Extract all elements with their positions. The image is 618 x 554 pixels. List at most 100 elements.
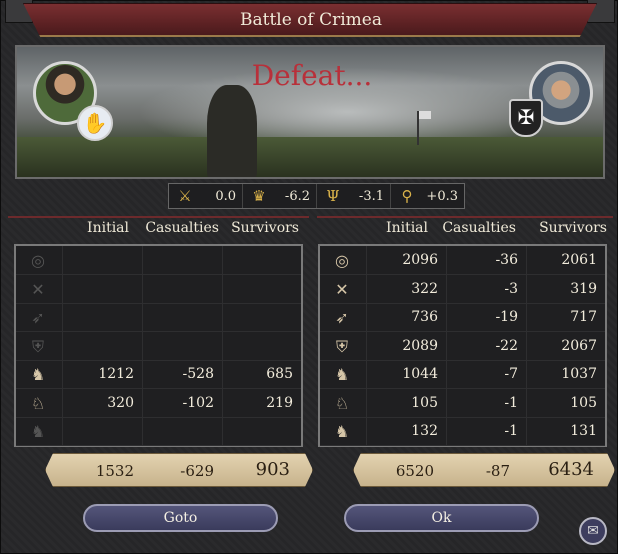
light-cavalry-icon[interactable]: ♞ — [26, 365, 50, 385]
battle-outcome-text: Defeat... — [251, 59, 373, 92]
casualties-cell: -102 — [143, 388, 223, 418]
commander-trait-icon[interactable]: ✋ — [77, 105, 113, 141]
unit-icon-cell: ◎ — [320, 246, 367, 275]
unit-row: ✕ — [16, 274, 301, 304]
survivors-cell: 685 — [223, 360, 301, 389]
light-infantry-icon[interactable]: ◎ — [330, 251, 354, 271]
survivors-cell: 105 — [527, 389, 605, 418]
casualties-cell: -7 — [447, 360, 527, 389]
unit-icon-cell: ♘ — [16, 388, 63, 418]
casualties-cell: -36 — [447, 246, 527, 275]
initial-value: 2096 — [402, 252, 438, 268]
battle-modifiers-bar: ⚔ 0.0 ♛ -6.2 Ψ -3.1 ⚲ +0.3 — [168, 183, 465, 209]
initial-value: 320 — [107, 394, 134, 411]
unit-icon-cell: ♞ — [16, 360, 63, 389]
title-banner: Battle of Crimea — [23, 3, 597, 37]
modifier-terrain[interactable]: ⚲ +0.3 — [391, 184, 464, 208]
unit-icon-cell: ✕ — [320, 274, 367, 304]
initial-cell: 2089 — [367, 331, 447, 361]
pikemen-icon[interactable]: ⛨ — [330, 337, 354, 357]
initial-value: 2089 — [402, 337, 438, 354]
initial-value: 736 — [411, 309, 438, 325]
right-army-table: ◎ 2096 -36 2061 ✕ 322 -3 319 ➶ 736 -19 717 ⛨ 2089 -22 2… — [318, 244, 607, 447]
left-column-headers: Initial Casualties Survivors — [8, 216, 309, 238]
survivors-cell — [223, 417, 301, 446]
unit-row: ♞ — [16, 417, 301, 446]
crossed-axes-icon: ⚔ — [178, 187, 192, 205]
initial-cell: 2096 — [367, 246, 447, 275]
heavy-infantry-icon[interactable]: ✕ — [330, 280, 354, 300]
total-casualties: -87 — [485, 462, 510, 480]
initial-value: 132 — [411, 423, 438, 439]
modifier-value: -6.2 — [284, 188, 310, 204]
casualties-value: -19 — [495, 309, 518, 325]
survivors-value: 717 — [570, 309, 597, 325]
battle-report-window: Battle of Crimea Defeat... ✋ ✠ ⚔ 0.0 ♛ -… — [0, 0, 618, 554]
casualties-value: -1 — [504, 423, 518, 439]
survivors-value: 131 — [570, 423, 597, 439]
initial-cell — [63, 417, 143, 446]
battle-scene: Defeat... ✋ ✠ — [15, 45, 605, 179]
casualties-cell — [143, 246, 223, 275]
survivors-cell: 319 — [527, 275, 605, 304]
crusader-cross-icon[interactable]: ✠ — [509, 99, 543, 137]
initial-value: 322 — [411, 280, 438, 297]
pikemen-icon[interactable]: ⛨ — [26, 337, 50, 357]
modifier-martial[interactable]: ⚔ 0.0 — [169, 184, 243, 208]
survivors-cell — [223, 303, 301, 332]
goto-button[interactable]: Goto — [83, 504, 278, 532]
initial-cell — [63, 331, 143, 361]
unit-icon-cell: ♘ — [320, 388, 367, 418]
unit-row: ♞ 1044 -7 1037 — [320, 360, 605, 389]
initial-cell: 1044 — [367, 360, 447, 389]
light-infantry-icon[interactable]: ◎ — [26, 251, 50, 271]
initial-value: 1044 — [402, 366, 438, 382]
initial-cell — [63, 274, 143, 304]
survivors-value: 2061 — [561, 252, 597, 268]
initial-cell: 320 — [63, 388, 143, 418]
left-army-table: ◎ ✕ ➶ ⛨ ♞ 1212 -528 685 ♘ 320 -102 219 ♞ — [14, 244, 303, 447]
horse-archers-icon[interactable]: ♞ — [26, 422, 50, 442]
modifier-value: -3.1 — [358, 188, 384, 204]
knights-icon[interactable]: ♘ — [330, 394, 354, 414]
casualties-value: -22 — [495, 337, 518, 354]
unit-row: ⛨ 2089 -22 2067 — [320, 331, 605, 361]
survivors-cell: 131 — [527, 417, 605, 446]
casualties-cell: -3 — [447, 274, 527, 304]
modifier-religion[interactable]: Ψ -3.1 — [317, 184, 391, 208]
unit-icon-cell: ➶ — [16, 303, 63, 332]
knights-icon[interactable]: ♘ — [26, 394, 50, 414]
survivors-cell: 717 — [527, 303, 605, 332]
horse-archers-icon[interactable]: ♞ — [330, 422, 354, 442]
unit-row: ♘ 320 -102 219 — [16, 388, 301, 418]
initial-value: 105 — [411, 394, 438, 411]
casualties-cell: -22 — [447, 331, 527, 361]
survivors-value: 685 — [266, 366, 293, 382]
initial-cell: 736 — [367, 303, 447, 332]
survivors-value: 2067 — [561, 337, 597, 354]
casualties-cell — [143, 274, 223, 304]
window-title: Battle of Crimea — [239, 10, 382, 30]
heavy-infantry-icon[interactable]: ✕ — [26, 280, 50, 300]
unit-row: ♞ 132 -1 131 — [320, 417, 605, 446]
total-survivors: 6434 — [548, 459, 594, 480]
ok-button[interactable]: Ok — [344, 504, 539, 532]
unit-icon-cell: ✕ — [16, 274, 63, 304]
scene-ground — [17, 137, 603, 177]
survivors-cell: 2061 — [527, 246, 605, 275]
modifier-leadership[interactable]: ♛ -6.2 — [243, 184, 317, 208]
message-envelope-icon[interactable]: ✉ — [579, 517, 607, 545]
survivors-cell: 2067 — [527, 332, 605, 361]
archers-icon[interactable]: ➶ — [26, 308, 50, 328]
unit-icon-cell: ⛨ — [16, 331, 63, 361]
crown-icon: ♛ — [252, 187, 266, 205]
initial-cell — [63, 246, 143, 275]
modifier-value: +0.3 — [426, 188, 458, 204]
archers-icon[interactable]: ➶ — [330, 308, 354, 328]
unit-row: ◎ — [16, 246, 301, 275]
casualties-value: -7 — [504, 366, 518, 382]
left-totals-scroll: 1532 -629 903 — [45, 453, 313, 487]
casualties-value: -36 — [495, 252, 518, 268]
casualties-value: -528 — [182, 366, 214, 382]
light-cavalry-icon[interactable]: ♞ — [330, 365, 354, 385]
